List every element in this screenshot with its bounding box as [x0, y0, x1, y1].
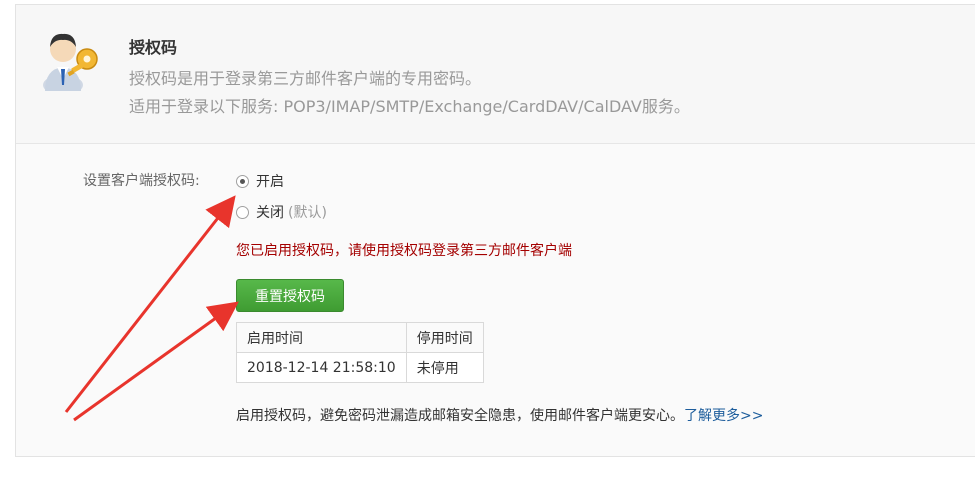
page-title: 授权码 [129, 38, 178, 57]
radio-disable[interactable] [236, 205, 249, 219]
user-key-icon [43, 33, 98, 91]
radio-enable[interactable] [236, 174, 249, 188]
radio-disable-default-note: (默认) [288, 205, 327, 221]
auth-code-panel: 授权码 授权码是用于登录第三方邮件客户端的专用密码。 适用于登录以下服务: PO… [15, 4, 975, 457]
radio-enable-option[interactable]: 开启 [236, 171, 284, 191]
enabled-notice: 您已启用授权码，请使用授权码登录第三方邮件客户端 [236, 243, 572, 259]
reset-auth-code-button[interactable]: 重置授权码 [236, 279, 344, 312]
auth-code-table: 启用时间 停用时间 2018-12-14 21:58:10 未停用 [236, 322, 484, 383]
column-enable-time: 启用时间 [236, 322, 407, 353]
enable-time-cell: 2018-12-14 21:58:10 [236, 352, 407, 383]
header-description: 授权码是用于登录第三方邮件客户端的专用密码。 [129, 69, 482, 88]
disable-time-cell: 未停用 [405, 352, 484, 383]
table-header-row: 启用时间 停用时间 [236, 322, 484, 353]
header-services: 适用于登录以下服务: POP3/IMAP/SMTP/Exchange/CardD… [129, 97, 690, 116]
setting-label: 设置客户端授权码: [83, 173, 200, 189]
footer-text: 启用授权码，避免密码泄漏造成邮箱安全隐患，使用邮件客户端更安心。 [236, 408, 684, 424]
table-row: 2018-12-14 21:58:10 未停用 [236, 352, 484, 383]
radio-disable-label: 关闭 [256, 205, 284, 221]
radio-disable-option[interactable]: 关闭 (默认) [236, 202, 327, 222]
column-disable-time: 停用时间 [405, 322, 484, 353]
radio-enable-label: 开启 [256, 174, 284, 190]
learn-more-link[interactable]: 了解更多>> [684, 408, 763, 424]
footer-tip: 启用授权码，避免密码泄漏造成邮箱安全隐患，使用邮件客户端更安心。了解更多>> [236, 405, 763, 425]
panel-header: 授权码 授权码是用于登录第三方邮件客户端的专用密码。 适用于登录以下服务: PO… [16, 5, 975, 144]
